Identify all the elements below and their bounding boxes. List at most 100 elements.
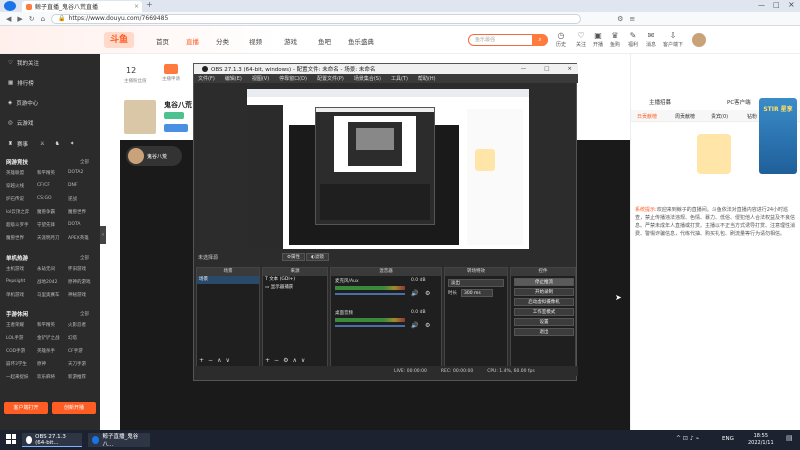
browser-tab[interactable]: 鲸子直播_鬼谷八荒直播 × [22, 1, 142, 12]
windows-start-icon[interactable] [6, 434, 16, 444]
sidebar-game-link[interactable]: COD手游 [6, 348, 25, 354]
client-open-button[interactable]: 客户端打开 [4, 402, 48, 414]
header-client[interactable]: ⇩ 客户端下 [662, 31, 684, 48]
section-more-mobile[interactable]: 全部 [80, 311, 89, 317]
rank-tab-week[interactable]: 周贡献榜 [675, 113, 695, 120]
header-history[interactable]: ◷ 历史 [553, 31, 569, 48]
obs-menu-tools[interactable]: 工具(T) [391, 75, 408, 82]
sidebar-game-link[interactable]: 怀旧游戏 [68, 266, 86, 272]
sidebar-game-link[interactable]: CF手游 [68, 348, 83, 354]
remove-source-icon[interactable]: − [274, 357, 279, 364]
source-item-text[interactable]: T 文本 (GDI+) [263, 276, 327, 284]
sidebar-game-link[interactable]: 火影忍者 [68, 322, 86, 328]
studio-mode-button[interactable]: 工作室模式 [514, 308, 574, 316]
obs-maximize-icon[interactable]: □ [544, 66, 549, 72]
sidebar-game-link[interactable]: DOTA2 [68, 170, 83, 175]
sidebar-game-link[interactable]: 和平精英 [37, 322, 55, 328]
sidebar-game-link[interactable]: 一起来捉妖 [6, 374, 29, 380]
new-tab-icon[interactable]: + [146, 0, 153, 9]
rank-tab-diamond[interactable]: 钻粉 [747, 113, 757, 120]
sidebar-game-link[interactable]: APEX英雄 [68, 235, 89, 241]
home-icon[interactable]: ⌂ [41, 15, 45, 23]
obs-title-bar[interactable]: OBS 27.1.3 (64-bit, windows) - 配置文件: 未命名… [194, 64, 578, 74]
sidebar-game-link[interactable]: 原神 [37, 361, 46, 367]
user-avatar[interactable] [692, 33, 706, 47]
section-more-online[interactable]: 全部 [80, 159, 89, 165]
nav-live[interactable]: 直播 [186, 36, 199, 46]
obs-menu-scenes[interactable]: 场景集合(S) [354, 75, 381, 82]
source-settings-icon[interactable]: ⚙ [283, 357, 288, 364]
sidebar-game-link[interactable]: 魔兽争霸 [37, 209, 55, 215]
remove-scene-icon[interactable]: − [208, 357, 213, 364]
scene-item[interactable]: 场景 [197, 276, 259, 284]
refresh-icon[interactable]: ↻ [29, 15, 35, 23]
sidebar-game-link[interactable]: CS:GO [37, 196, 52, 201]
start-recording-button[interactable]: 开始录制 [514, 288, 574, 296]
sidebar-item-cloudgame[interactable]: ◎ 云游戏 [8, 119, 33, 127]
sidebar-game-link[interactable]: 天涯明月刀 [37, 235, 60, 241]
section-more-single[interactable]: 全部 [80, 255, 89, 261]
gift-icon[interactable] [164, 64, 178, 74]
sidebar-game-link[interactable]: CF/CF [37, 183, 50, 188]
nav-game[interactable]: 游戏 [284, 36, 297, 46]
sidebar-item-events[interactable]: ♜ 赛事 ⚔ ♞ ✦ [8, 140, 74, 148]
sidebar-game-link[interactable]: lol云顶之弈 [6, 209, 29, 215]
sidebar-game-link[interactable]: 守望先锋 [37, 222, 55, 228]
tab-close-icon[interactable]: × [134, 3, 139, 10]
douyu-logo[interactable]: 斗鱼 [104, 32, 134, 48]
sidebar-game-link[interactable]: LOL手游 [6, 335, 23, 341]
maximize-icon[interactable]: □ [773, 1, 780, 9]
nav-festival[interactable]: 鱼乐盛典 [348, 36, 374, 46]
stop-streaming-button[interactable]: 停止推流 [514, 278, 574, 286]
nav-video[interactable]: 视频 [249, 36, 262, 46]
sidebar-game-link[interactable]: 穿越火线 [6, 183, 24, 189]
virtual-camera-button[interactable]: 启动虚拟摄像机 [514, 298, 574, 306]
desktop-speaker-icon[interactable]: 🔊 [411, 322, 418, 329]
sidebar-collapse-handle[interactable]: ‹ [100, 226, 106, 244]
sidebar-item-rank[interactable]: ▦ 排行榜 [8, 79, 34, 87]
sidebar-game-link[interactable]: 王者荣耀 [6, 322, 24, 328]
sidebar-game-link[interactable]: 炉石传说 [6, 196, 24, 202]
obs-close-icon[interactable]: × [567, 66, 572, 72]
sidebar-game-link[interactable]: 金铲铲之战 [37, 335, 60, 341]
recruit-tab[interactable]: 主播招募 [649, 98, 671, 106]
source-up-icon[interactable]: ∧ [292, 357, 296, 364]
forward-icon[interactable]: ▶ [17, 15, 22, 23]
sidebar-game-link[interactable]: 单机游戏 [6, 292, 24, 298]
mic-speaker-icon[interactable]: 🔊 [411, 290, 418, 297]
sidebar-item-follow[interactable]: ♡ 我的关注 [8, 59, 39, 67]
sidebar-game-link[interactable]: 魔兽世界 [68, 209, 86, 215]
menu-icon[interactable]: ≡ [629, 15, 635, 23]
sidebar-game-link[interactable]: 原神的游戏 [68, 279, 91, 285]
obs-menu-docks[interactable]: 停靠窗口(D) [279, 75, 307, 82]
obs-preview[interactable] [247, 89, 529, 249]
obs-menu-edit[interactable]: 编辑(E) [225, 75, 242, 82]
sidebar-game-link[interactable]: 天刀手游 [68, 361, 86, 367]
header-message[interactable]: ✉ 消息 [643, 31, 659, 48]
header-broadcast[interactable]: ▣ 开播 [590, 31, 606, 48]
source-down-icon[interactable]: ∨ [301, 357, 305, 364]
obs-filters-button[interactable]: ◐滤镜 [306, 253, 329, 261]
language-indicator[interactable]: ENG [722, 436, 734, 442]
sidebar-game-link[interactable]: 超级斗罗手 [6, 222, 29, 228]
start-broadcast-button[interactable]: 创新开播 [52, 402, 96, 414]
source-item-display[interactable]: ▭ 显示器捕获 [263, 284, 327, 292]
obs-menu-help[interactable]: 帮助(H) [418, 75, 436, 82]
sidebar-game-link[interactable]: Pepsight [6, 279, 25, 284]
sidebar-game-link[interactable]: 逆战 [68, 196, 77, 202]
add-scene-icon[interactable]: + [199, 357, 204, 364]
nav-category[interactable]: 分类 [216, 36, 229, 46]
sidebar-game-link[interactable]: DNF [68, 183, 77, 188]
rank-tab-day[interactable]: 日贡献榜 [637, 113, 657, 120]
rank-tab-vip[interactable]: 贵宾(0) [711, 113, 728, 120]
sidebar-game-link[interactable]: 主机游戏 [6, 266, 24, 272]
sidebar-game-link[interactable]: 新游推荐 [68, 374, 86, 380]
streamer-overlay[interactable]: 鬼谷八荒 [126, 146, 182, 166]
obs-properties-button[interactable]: ⚙属性 [282, 253, 306, 261]
obs-minimize-icon[interactable]: — [521, 66, 527, 72]
close-icon[interactable]: × [788, 0, 795, 9]
mic-volume-slider[interactable] [335, 293, 405, 295]
pc-client-tab[interactable]: PC客户端 [727, 98, 751, 106]
settings-button[interactable]: 设置 [514, 318, 574, 326]
sidebar-game-link[interactable]: 欢乐麻将 [37, 374, 55, 380]
